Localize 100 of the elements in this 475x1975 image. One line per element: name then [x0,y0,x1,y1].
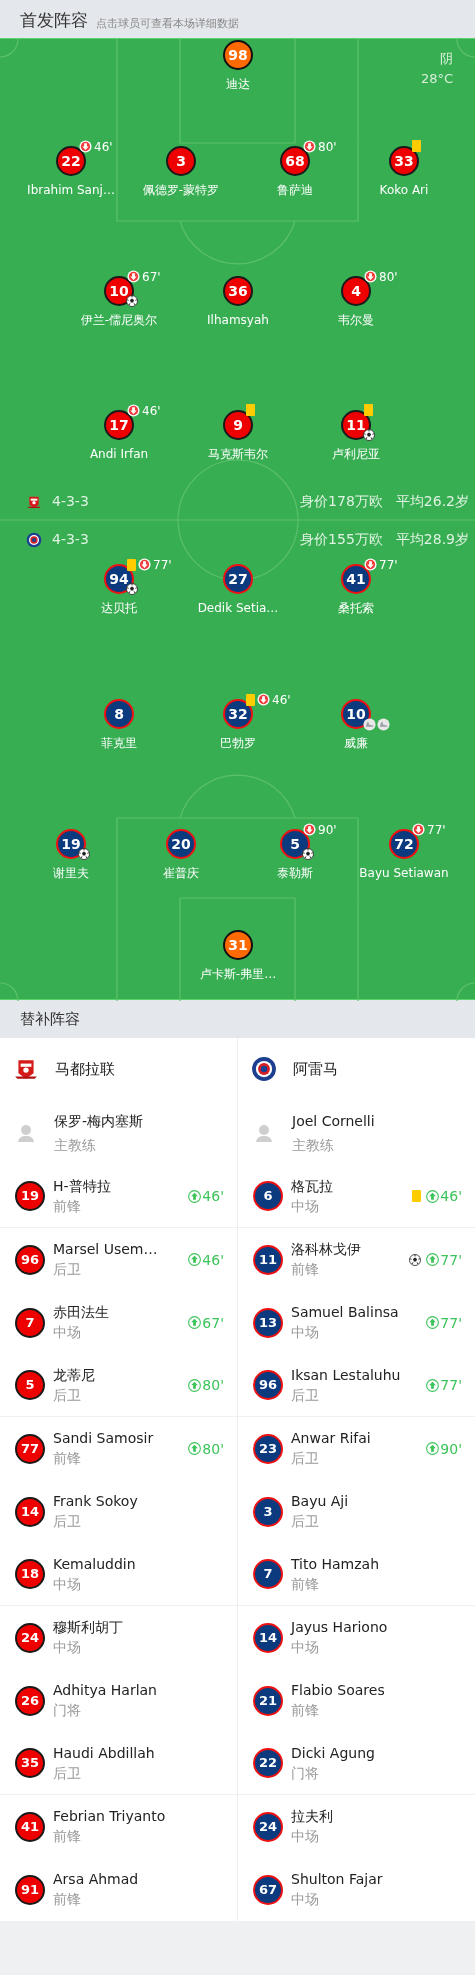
player-name[interactable]: Bayu Aji [291,1492,349,1511]
player-name[interactable]: 洛科林戈伊 [291,1240,361,1259]
player-name[interactable]: Haudi Abdillah [53,1743,155,1763]
player-position: 后卫 [291,1385,320,1405]
player-name[interactable]: Adhitya Harlan [53,1681,157,1700]
player-position: 门将 [291,1763,320,1783]
player-name: 泰勒斯 [277,865,313,881]
weather: 阴 [440,50,453,68]
player-number[interactable]: 35 [15,1748,45,1778]
coach-role: 主教练 [54,1135,97,1155]
sub-minute: 67' [202,1315,224,1330]
player-name[interactable]: Flabio Soares [291,1681,385,1700]
player-name[interactable]: Sandi Samosir [53,1429,154,1448]
player-name[interactable]: 龙蒂尼 [53,1365,95,1385]
player-name[interactable]: H-普特拉 [53,1176,111,1196]
ball-icon [126,295,138,307]
player-number[interactable]: 19 [56,829,86,859]
sub-in-icon [188,1253,202,1266]
team-crest-icon [251,1056,277,1082]
player-number[interactable]: 21 [253,1685,283,1716]
player-number[interactable]: 77 [15,1433,45,1464]
player-number[interactable]: 96 [253,1370,283,1400]
player-number[interactable]: 36 [223,276,253,306]
player-name[interactable]: Jayus Hariono [291,1618,388,1637]
player-name[interactable]: Anwar Rifai [291,1429,371,1448]
player-position: 中场 [291,1890,320,1909]
player-position: 前锋 [53,1196,82,1216]
booking-card-icon [412,140,421,152]
player-name: 谢里夫 [53,865,89,881]
player-name[interactable]: 赤田法生 [53,1303,109,1322]
player-number[interactable]: 3 [253,1496,283,1527]
player-number[interactable]: 13 [253,1307,283,1338]
player-number[interactable]: 8 [104,699,134,729]
player-name[interactable]: 拉夫利 [291,1807,333,1826]
team-name[interactable]: 马都拉联 [55,1057,115,1081]
player-name[interactable]: Arsa Ahmad [53,1870,139,1889]
player-name[interactable]: Samuel Balinsa [291,1303,399,1322]
player-number[interactable]: 72 [389,829,419,859]
player-number[interactable]: 22 [253,1748,283,1778]
player-number[interactable]: 27 [223,564,253,594]
player-number[interactable]: 17 [104,410,134,440]
player-number[interactable]: 22 [56,146,86,176]
average-age: 平均28.9岁 [395,530,469,549]
player-number[interactable]: 4 [341,276,371,306]
player-number[interactable]: 7 [15,1307,45,1338]
sub-in-icon [426,1442,440,1455]
player-name[interactable]: Tito Hamzah [291,1554,380,1574]
player-number[interactable]: 33 [389,146,419,176]
player-number[interactable]: 3 [166,146,196,176]
player-name[interactable]: Frank Sokoy [53,1492,138,1511]
ball-icon [126,583,138,595]
sub-out-icon [364,558,377,571]
ball-icon [363,429,375,441]
player-number[interactable]: 20 [166,829,196,859]
player-name[interactable]: 穆斯利胡丁 [53,1618,123,1637]
player-name[interactable]: Dicki Agung [291,1743,375,1763]
player-name[interactable]: 格瓦拉 [291,1176,333,1196]
player-name[interactable]: Shulton Fajar [291,1870,383,1889]
player-number[interactable]: 18 [15,1559,45,1589]
player-number[interactable]: 10 [341,699,371,729]
player-name: 卢利尼亚 [332,446,380,462]
coach-avatar-icon [16,1122,36,1143]
player-name[interactable]: Marsel Usem… [53,1240,158,1259]
player-number[interactable]: 23 [253,1433,283,1464]
booking-card-icon [246,693,255,706]
sub-out-icon [79,140,92,153]
sub-minute: 46' [272,693,291,706]
sub-in-icon [426,1378,440,1392]
player-position: 中场 [53,1574,82,1594]
player-number[interactable]: 96 [15,1244,45,1275]
player-number[interactable]: 32 [223,699,253,729]
player-name: Koko Ari [379,182,429,198]
sub-minute: 77' [440,1252,462,1267]
player-name: 巴勃罗 [220,735,256,751]
player-number[interactable]: 9 [223,410,253,440]
section-title: 替补阵容 [20,1008,80,1030]
player-name: 威廉 [344,735,368,751]
player-number[interactable]: 5 [15,1370,45,1400]
player-number[interactable]: 6 [253,1181,283,1211]
player-name[interactable]: Febrian Triyanto [53,1807,166,1826]
player-number[interactable]: 14 [15,1496,45,1527]
ball-icon [78,848,90,860]
player-name[interactable]: Iksan Lestaluhu [291,1365,401,1385]
team-name[interactable]: 阿雷马 [293,1057,338,1081]
formation: 4-3-3 [52,492,89,511]
player-number[interactable]: 11 [253,1244,283,1275]
player-number[interactable]: 67 [253,1874,283,1905]
player-number[interactable]: 24 [253,1811,283,1842]
player-name[interactable]: Kemaluddin [53,1554,136,1574]
player-number[interactable]: 24 [15,1622,45,1653]
player-position: 门将 [53,1701,82,1720]
player-position: 后卫 [53,1763,82,1783]
player-number[interactable]: 41 [341,564,371,594]
player-number[interactable]: 26 [15,1685,45,1716]
player-number[interactable]: 14 [253,1622,283,1653]
player-number[interactable]: 68 [280,146,310,176]
player-number[interactable]: 91 [15,1874,45,1905]
player-number[interactable]: 41 [15,1811,45,1842]
player-number[interactable]: 7 [253,1559,283,1589]
player-number[interactable]: 19 [15,1181,45,1211]
